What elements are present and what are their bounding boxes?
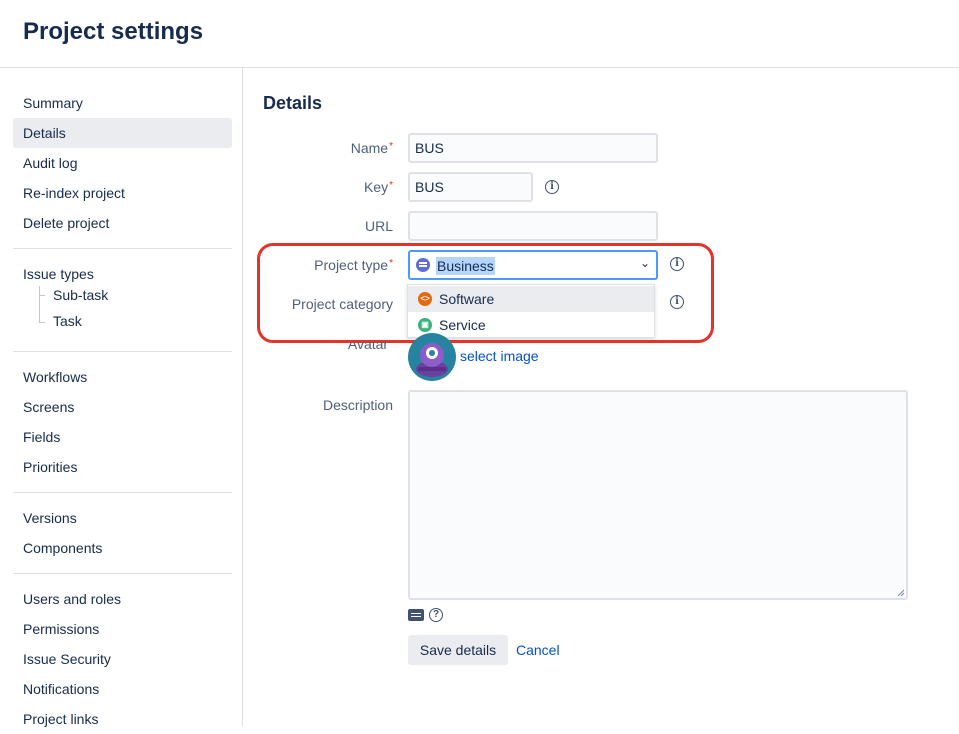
chevron-down-icon: ⌄ <box>639 256 650 270</box>
tree-connector <box>39 322 45 323</box>
sidebar-item-versions[interactable]: Versions <box>13 503 232 533</box>
sidebar-item-sub-task[interactable]: Sub-task <box>53 284 108 306</box>
sidebar-item-fields[interactable]: Fields <box>13 422 232 452</box>
description-textarea[interactable] <box>408 390 908 600</box>
sidebar-divider <box>13 492 232 493</box>
resize-handle-icon[interactable] <box>896 588 904 596</box>
monster-avatar-icon <box>416 343 448 377</box>
name-label: Name* <box>350 140 393 156</box>
business-icon <box>416 258 430 272</box>
sidebar-item-issue-security[interactable]: Issue Security <box>13 644 232 674</box>
sidebar-item-notifications[interactable]: Notifications <box>13 674 232 704</box>
sidebar-item-permissions[interactable]: Permissions <box>13 614 232 644</box>
tree-connector <box>39 295 45 296</box>
avatar <box>408 333 456 381</box>
option-service[interactable]: ▣ Service <box>408 312 654 338</box>
details-heading: Details <box>263 93 323 113</box>
cancel-link[interactable]: Cancel <box>516 642 560 658</box>
project-category-label: Project category <box>291 296 393 312</box>
page-title: Project settings <box>23 18 204 45</box>
project-type-select[interactable]: Business ⌄ <box>408 250 658 280</box>
help-icon[interactable]: ? <box>429 608 443 622</box>
project-type-label: Project type* <box>314 257 393 273</box>
required-marker: * <box>389 180 393 191</box>
required-marker: * <box>389 337 393 348</box>
url-label: URL <box>364 218 393 234</box>
sidebar-item-project-links[interactable]: Project links <box>13 704 232 734</box>
select-image-link[interactable]: select image <box>460 348 539 364</box>
wiki-format-icon[interactable] <box>408 609 424 621</box>
name-field[interactable] <box>408 133 658 163</box>
sidebar-divider <box>13 248 232 249</box>
sidebar-divider <box>13 573 232 574</box>
software-icon: <> <box>418 292 432 306</box>
url-field[interactable] <box>408 211 658 241</box>
sidebar-item-task[interactable]: Task <box>53 310 82 332</box>
page-header: Project settings <box>0 0 959 68</box>
project-category-info-icon[interactable]: i <box>670 295 684 309</box>
description-label: Description <box>322 397 393 413</box>
tree-connector <box>39 286 40 322</box>
project-type-selected-value: Business <box>436 257 495 275</box>
option-software[interactable]: <> Software <box>408 286 654 312</box>
sidebar-item-summary[interactable]: Summary <box>13 88 232 118</box>
service-icon: ▣ <box>418 318 432 332</box>
key-field[interactable] <box>408 172 533 202</box>
save-details-button[interactable]: Save details <box>408 635 508 665</box>
sidebar-item-components[interactable]: Components <box>13 533 232 563</box>
key-info-icon[interactable]: i <box>545 180 559 194</box>
sidebar-item-priorities[interactable]: Priorities <box>13 452 232 482</box>
project-type-dropdown: <> Software ▣ Service <box>407 284 655 338</box>
sidebar-item-users-and-roles[interactable]: Users and roles <box>13 584 232 614</box>
required-marker: * <box>389 141 393 152</box>
sidebar-item-workflows[interactable]: Workflows <box>13 362 232 392</box>
key-label: Key* <box>363 179 393 195</box>
required-marker: * <box>389 258 393 269</box>
project-type-info-icon[interactable]: i <box>670 257 684 271</box>
